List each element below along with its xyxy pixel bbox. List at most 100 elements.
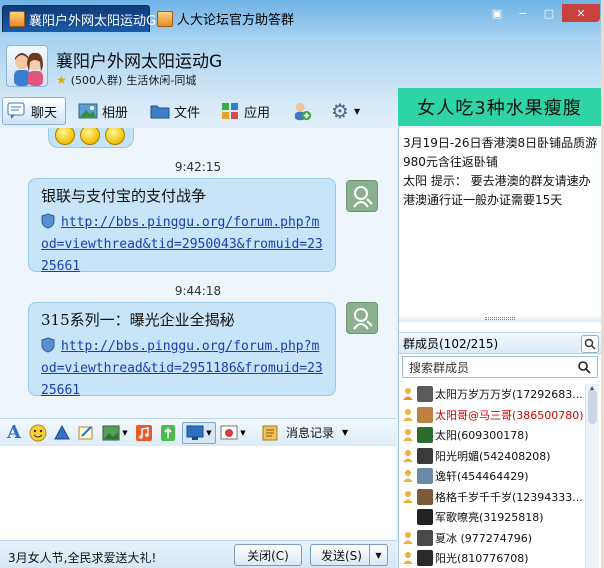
tab-xiangyang-outdoor[interactable]: 襄阳户外网太阳运动G ✕ (2, 5, 170, 32)
group-category: 生活休闲-同城 (126, 74, 197, 87)
message-bubble: 银联与支付宝的支付战争 http://bbs.pinggu.org/forum.… (28, 178, 336, 274)
member-name: 格格千岁千千岁(12394333... (435, 490, 583, 504)
right-panel: 3月19日-26日香港澳8日卧铺品质游980元含往返卧铺 太阳 提示： 要去港澳… (398, 128, 602, 568)
member-avatar (417, 550, 433, 567)
members-count-label: 群成员(102/215) (403, 336, 499, 351)
chevron-down-icon[interactable]: ▼ (369, 545, 387, 565)
admin-icon (401, 551, 415, 565)
tab-label: 人大论坛官方助答群 (177, 13, 295, 28)
group-announcement: 3月19日-26日香港澳8日卧铺品质游980元含往返卧铺 太阳 提示： 要去港澳… (399, 128, 602, 318)
member-item[interactable]: 太阳万岁万万岁(17292683... (399, 384, 585, 405)
smiley-icon (55, 128, 75, 145)
history-icon[interactable] (260, 422, 280, 444)
chevron-down-icon: ▼ (240, 428, 246, 437)
minimize-button[interactable]: − (510, 4, 536, 22)
font-icon[interactable]: A (4, 422, 24, 444)
member-item[interactable]: 逸轩(454464429) (399, 466, 585, 487)
member-item[interactable]: 阳光(810776708) (399, 548, 585, 568)
tab-chat[interactable]: 聊天 (2, 97, 66, 125)
tab-files[interactable]: 文件 (146, 97, 212, 125)
member-search-input[interactable]: 搜索群成员 (402, 356, 598, 378)
member-avatar (417, 427, 433, 444)
admin-icon (401, 428, 415, 442)
qq-group-chat-window: 襄阳户外网太阳运动G ✕ 人大论坛官方助答群 ▣ − □ ✕ 襄阳户外网太阳运动… (0, 0, 604, 568)
member-item[interactable]: 格格千岁千千岁(12394333... (399, 487, 585, 508)
tab-files-label: 文件 (174, 105, 201, 121)
owner-icon (401, 387, 415, 401)
group-tab-icon (9, 11, 25, 27)
maximize-button[interactable]: □ (536, 4, 562, 22)
member-count: (500人群) (70, 74, 123, 87)
search-icon[interactable] (577, 360, 591, 377)
message-title: 银联与支付宝的支付战争 (41, 187, 207, 205)
settings-button[interactable]: ⚙ ▼ (326, 97, 366, 125)
add-member-button[interactable] (288, 97, 318, 125)
star-icon: ★ (56, 73, 67, 87)
menu-button[interactable]: ▣ (484, 4, 510, 22)
member-name: 军歌嘹亮(31925818) (435, 511, 544, 525)
gift-icon[interactable] (158, 422, 178, 444)
tab-apps-label: 应用 (244, 105, 271, 121)
message-link[interactable]: http://bbs.pinggu.org/forum.php?mod=view… (41, 336, 323, 402)
admin-icon (401, 490, 415, 504)
member-avatar (417, 468, 433, 485)
doodle-icon[interactable] (76, 422, 96, 444)
chat-history[interactable]: 9:42:15 银联与支付宝的支付战争 http://bbs.pinggu.or… (0, 128, 396, 418)
smiley-icon (105, 128, 125, 145)
admin-icon (401, 469, 415, 483)
member-avatar (417, 386, 433, 403)
member-name: 太阳万岁万万岁(17292683... (435, 388, 583, 402)
search-icon[interactable] (581, 335, 599, 353)
send-button[interactable]: 发送(S) ▼ (310, 544, 388, 566)
member-list-scrollbar[interactable]: ▲ (585, 384, 599, 568)
member-item[interactable]: 阳光明媚(542408208) (399, 446, 585, 467)
member-name: 太阳(609300178) (435, 429, 529, 443)
tab-chat-label: 聊天 (31, 105, 58, 121)
members-header: 群成员(102/215) (399, 332, 602, 354)
message-title: 315系列一：曝光企业全揭秘 (41, 311, 235, 329)
member-item[interactable]: 军歌嘹亮(31925818) (399, 507, 585, 528)
close-button[interactable]: 关闭(C) (234, 544, 302, 566)
music-icon[interactable] (134, 422, 154, 444)
message-link-text[interactable]: http://bbs.pinggu.org/forum.php?mod=view… (41, 339, 323, 398)
message-link-text[interactable]: http://bbs.pinggu.org/forum.php?mod=view… (41, 215, 323, 274)
panel-splitter[interactable] (399, 316, 602, 322)
image-icon[interactable]: ▼ (100, 422, 130, 444)
tab-album[interactable]: 相册 (74, 97, 140, 125)
member-avatar (417, 447, 433, 464)
admin-icon (401, 531, 415, 545)
member-item[interactable]: 太阳(609300178) (399, 425, 585, 446)
tab-label: 襄阳户外网太阳运动G (29, 13, 157, 29)
tab-renda-forum[interactable]: 人大论坛官方助答群 (151, 5, 296, 32)
ad-banner[interactable]: 女人吃3种水果瘦腹 (398, 88, 601, 126)
close-window-button[interactable]: ✕ (562, 4, 600, 22)
emoticon-icon[interactable] (28, 422, 48, 444)
member-icon (401, 510, 415, 524)
promo-link[interactable]: 3月女人节,全民求爱送大礼! (8, 549, 156, 566)
group-tab-icon (157, 10, 173, 27)
chevron-down-icon: ▼ (122, 428, 128, 437)
shake-icon[interactable] (52, 422, 72, 444)
recording-icon[interactable]: ▼ (220, 422, 246, 444)
screenshot-icon[interactable]: ▼ (182, 421, 216, 444)
member-item[interactable]: 夏冰 (977274796) (399, 528, 585, 549)
member-avatar (417, 509, 433, 526)
bottom-bar: 3月女人节,全民求爱送大礼! 关闭(C) 发送(S) ▼ (0, 540, 396, 568)
message-link[interactable]: http://bbs.pinggu.org/forum.php?mod=view… (41, 212, 323, 278)
message-history-button[interactable]: 消息记录 (286, 424, 334, 441)
member-name: 逸轩(454464429) (435, 470, 529, 484)
group-name: 襄阳户外网太阳运动G (56, 52, 223, 72)
group-avatar[interactable] (6, 45, 48, 87)
chevron-down-icon[interactable]: ▼ (342, 428, 348, 437)
input-toolbar: A ▼ ▼ ▼ 消息记录 ▼ (0, 418, 396, 446)
scroll-thumb[interactable] (588, 390, 597, 424)
sender-avatar[interactable] (346, 302, 378, 334)
sender-avatar[interactable] (346, 180, 378, 212)
message-input[interactable] (0, 446, 396, 540)
splitter-grip-icon (485, 317, 515, 320)
tab-apps[interactable]: 应用 (216, 97, 282, 125)
member-avatar (417, 406, 433, 423)
member-item[interactable]: 太阳哥@马三哥(386500780) (399, 405, 585, 426)
add-member-icon (292, 101, 312, 121)
member-list[interactable]: 太阳万岁万万岁(17292683... 太阳哥@马三哥(386500780) 太阳(… (399, 384, 585, 568)
